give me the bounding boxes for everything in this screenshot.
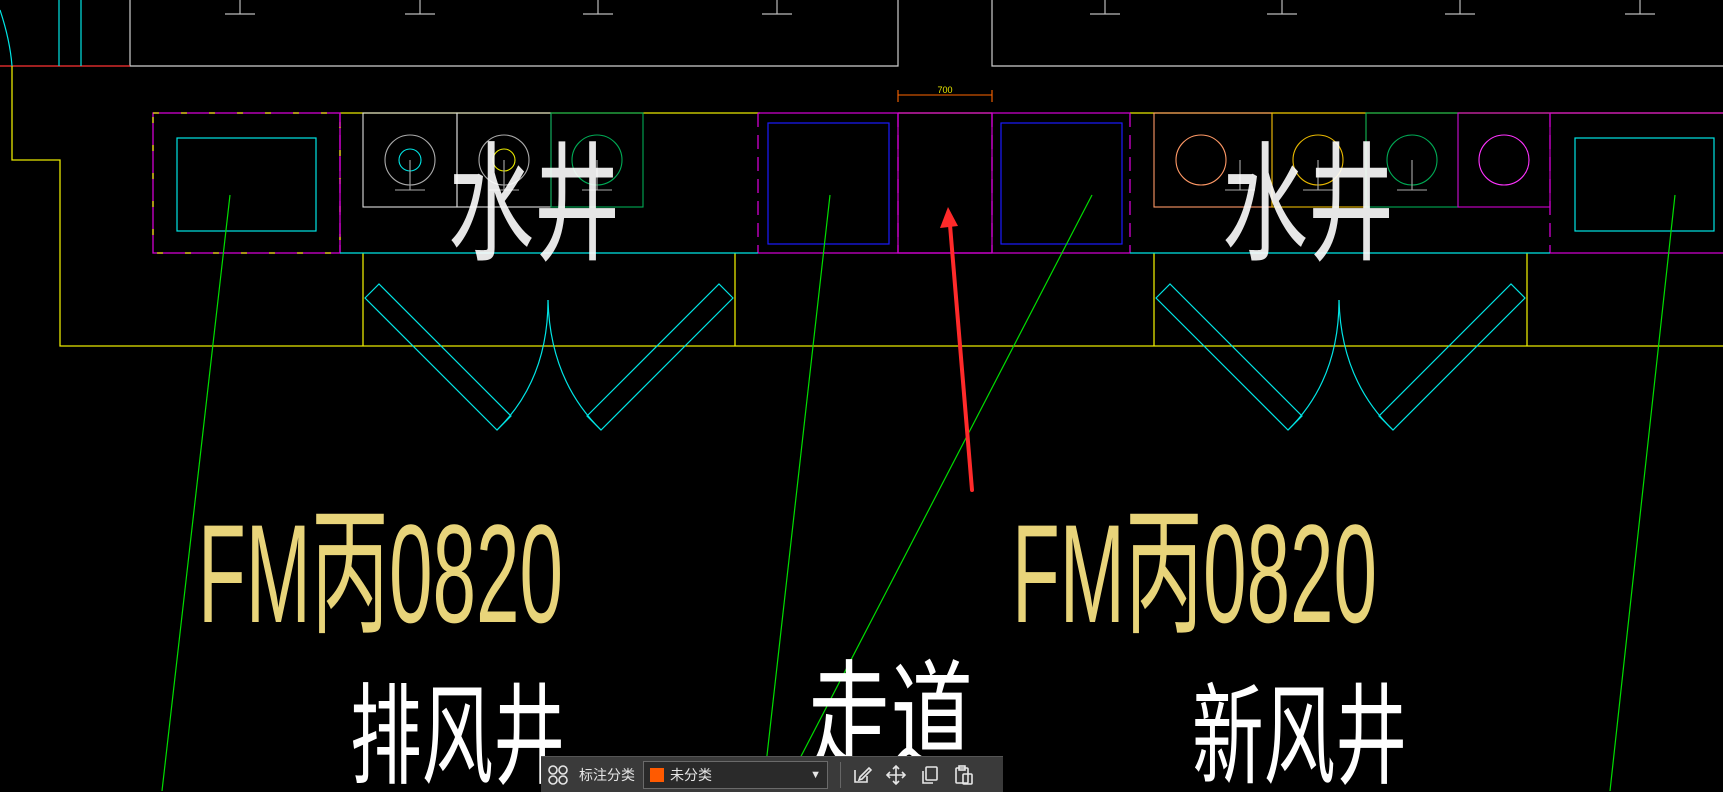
door-tag-left: FM丙0820 [198, 495, 563, 652]
toolbar-separator [840, 761, 841, 788]
move-icon[interactable] [879, 760, 913, 790]
door-tag-right: FM丙0820 [1012, 495, 1377, 652]
zone-boundary [152, 112, 1723, 254]
annotation-toolbar: 标注分类 未分类 ▼ [541, 756, 1003, 792]
shaft-label-right: 水井 [1222, 129, 1394, 281]
svg-text:水井: 水井 [448, 129, 620, 281]
shaft-boxes [176, 112, 1715, 254]
cad-canvas[interactable]: 700 水井 水井 FM丙0820 FM丙0820 排风井 走道 新风井 [0, 0, 1723, 791]
svg-text:水井: 水井 [1222, 129, 1394, 281]
chevron-down-icon: ▼ [810, 768, 821, 781]
wall-outline [11, 66, 1723, 347]
dimension-text: 700 [937, 85, 952, 95]
grid-icon[interactable] [541, 760, 575, 790]
red-arrow-annotation [940, 207, 974, 492]
category-label: 标注分类 [579, 766, 635, 783]
room-label-exhaust-shaft: 排风井 [350, 673, 565, 791]
paste-icon[interactable] [947, 760, 981, 790]
category-select[interactable]: 未分类 ▼ [643, 760, 828, 789]
copy-icon[interactable] [913, 760, 947, 790]
category-color-swatch [650, 767, 664, 782]
room-label-fresh-air-shaft: 新风井 [1192, 673, 1407, 791]
door-right [1155, 283, 1526, 431]
shaft-label-left: 水井 [448, 129, 620, 281]
category-select-value: 未分类 [670, 766, 712, 783]
door-left [364, 283, 734, 431]
edit-icon[interactable] [845, 760, 879, 790]
top-walls [0, 0, 1723, 67]
dimension-700: 700 [897, 85, 993, 102]
